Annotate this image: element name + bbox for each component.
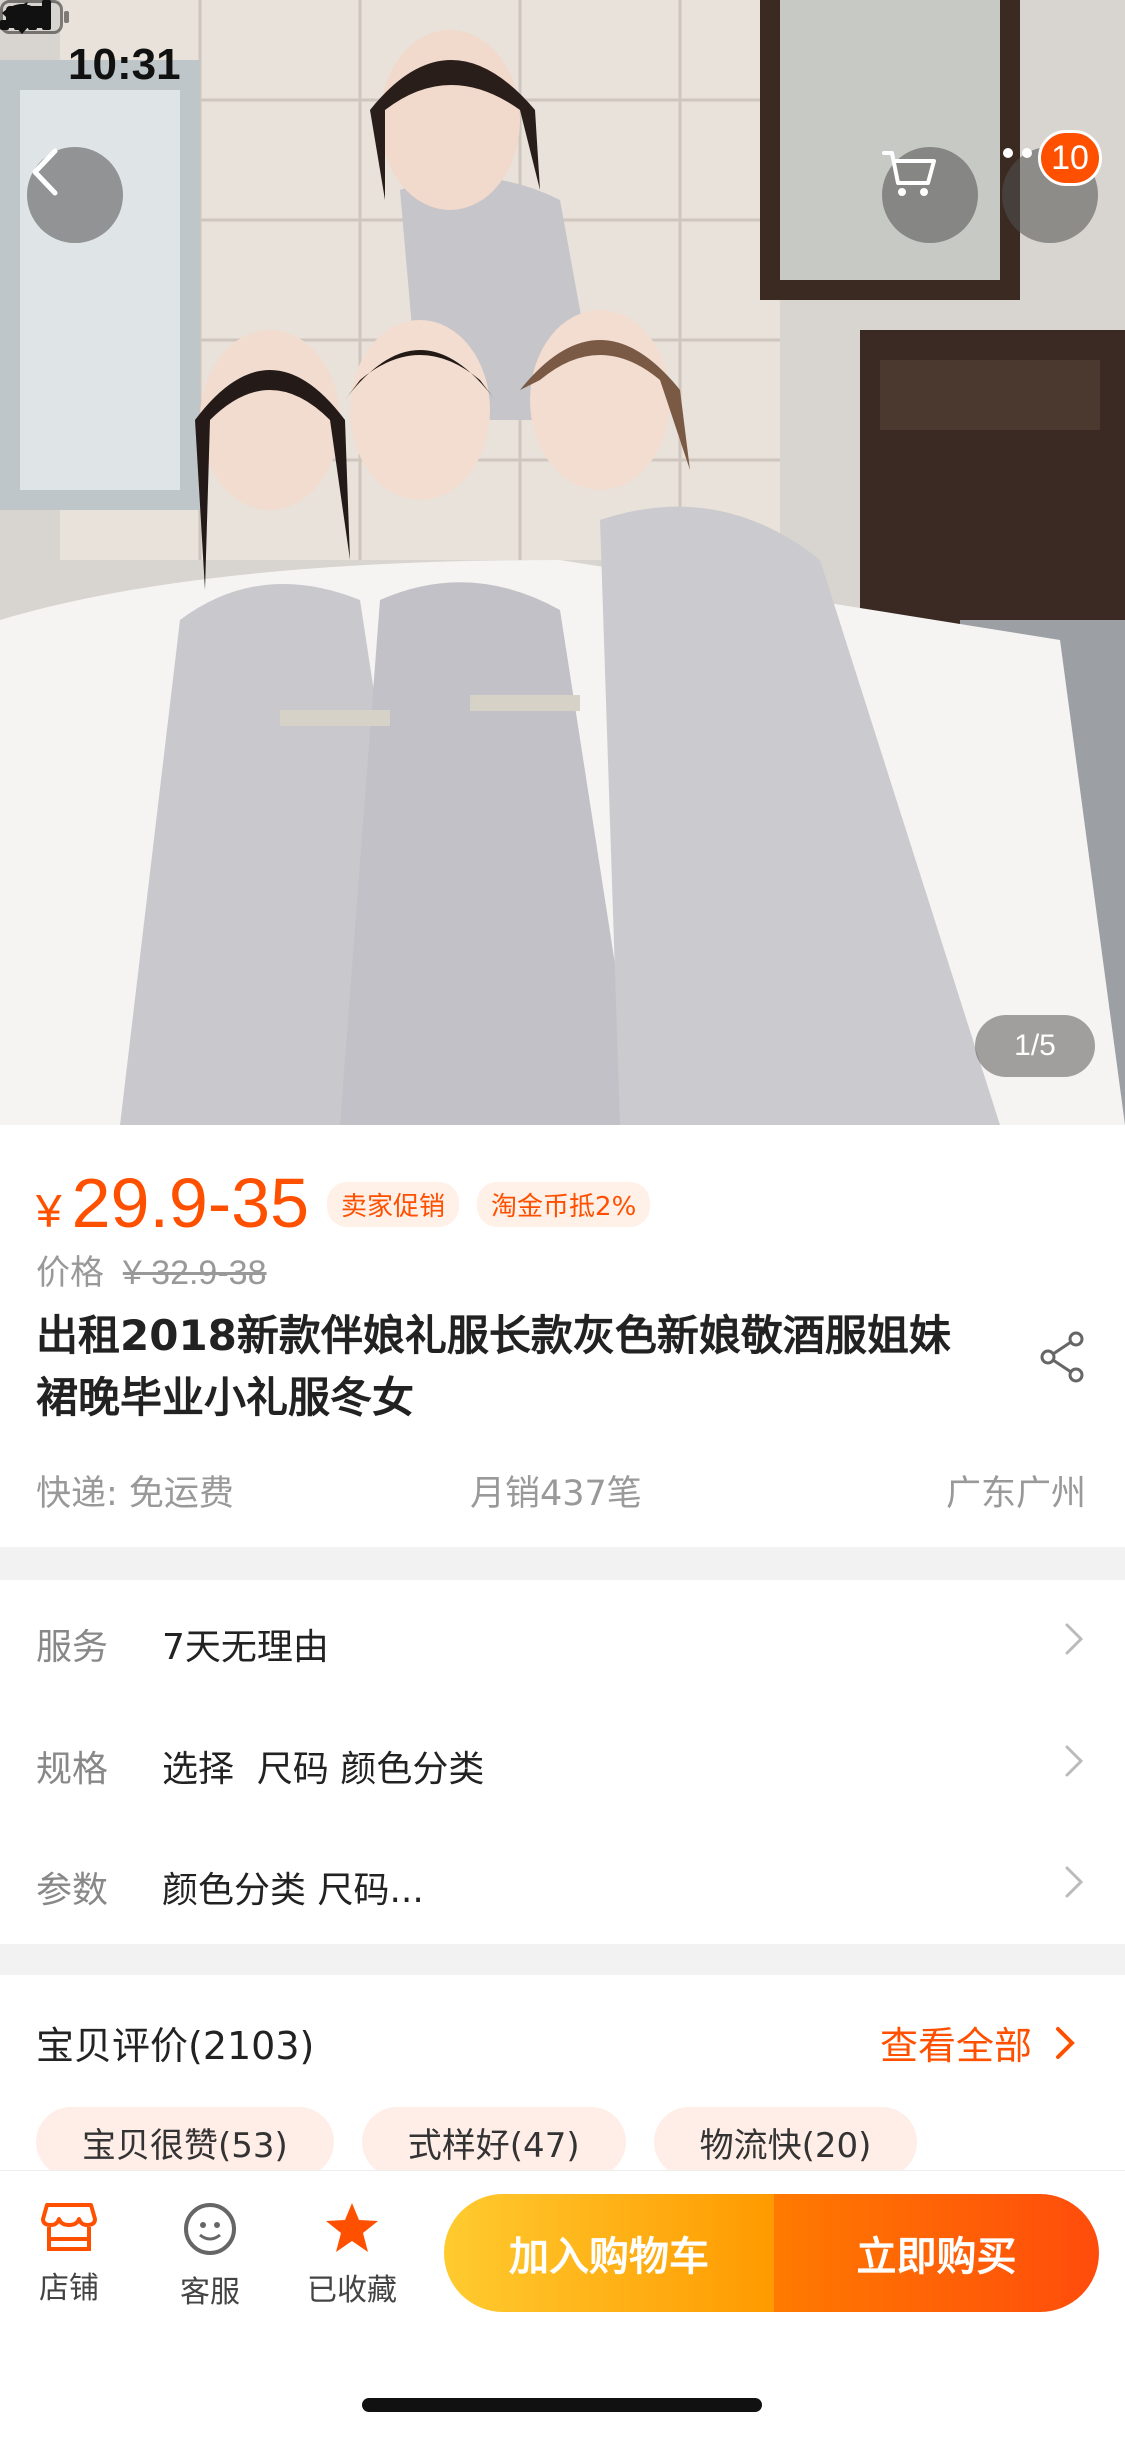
chevron-right-icon (1065, 1866, 1084, 1898)
chat-face-icon (184, 2203, 236, 2255)
options-panel: 服务 7天无理由 规格 选择 尺码 颜色分类 参数 颜色分类 尺码... (0, 1580, 1125, 1944)
store-button[interactable]: 店铺 (9, 2201, 129, 2307)
review-tag[interactable]: 式样好(47) (361, 2107, 626, 2177)
product-image[interactable]: 10:31 10 1/5 (0, 0, 1125, 1125)
store-label: 店铺 (39, 2271, 99, 2306)
review-tag[interactable]: 宝贝很赞(53) (36, 2107, 334, 2177)
option-value: 颜色分类 尺码... (162, 1870, 424, 1911)
battery-icon (0, 0, 69, 34)
cart-button[interactable] (882, 147, 978, 243)
review-tags: 宝贝很赞(53) 式样好(47) 物流快(20) (36, 2107, 945, 2177)
favorite-button[interactable]: 已收藏 (292, 2201, 412, 2309)
chevron-right-icon (1056, 2026, 1075, 2059)
original-price-label: 价格 (36, 1253, 104, 1293)
price: 29.9-35 (71, 1164, 310, 1242)
option-row-params[interactable]: 参数 颜色分类 尺码... (0, 1823, 1125, 1944)
share-icon[interactable] (1038, 1330, 1088, 1384)
coin-tag: 淘金币抵2% (477, 1182, 651, 1227)
original-price: ¥ 32.9-38 (122, 1254, 267, 1292)
shopping-cart-icon (882, 151, 936, 196)
option-row-service[interactable]: 服务 7天无理由 (0, 1580, 1125, 1701)
option-label: 参数 (36, 1870, 109, 1911)
status-bar: 10:31 (0, 0, 1125, 132)
price-row: ¥ 29.9-35 卖家促销 淘金币抵2% (36, 1163, 651, 1243)
bottom-action-bar: 店铺 客服 已收藏 加入购物车 立即购买 (0, 2170, 1125, 2437)
product-info: ¥ 29.9-35 卖家促销 淘金币抵2% 价格 ¥ 32.9-38 出租201… (0, 1125, 1125, 1547)
promo-tag: 卖家促销 (327, 1182, 460, 1227)
product-title: 出租2018新款伴娘礼服长款灰色新娘敬酒服姐妹裙晚毕业小礼服冬女 (36, 1311, 951, 1422)
add-to-cart-button[interactable]: 加入购物车 (444, 2194, 774, 2312)
monthly-sales: 月销437笔 (470, 1474, 642, 1514)
store-icon (41, 2203, 97, 2251)
favorited-label: 已收藏 (307, 2273, 397, 2308)
back-button[interactable] (27, 147, 123, 243)
option-value: 7天无理由 (162, 1627, 329, 1668)
option-row-spec[interactable]: 规格 选择 尺码 颜色分类 (0, 1702, 1125, 1823)
original-price-row: 价格 ¥ 32.9-38 (36, 1245, 266, 1294)
buy-now-button[interactable]: 立即购买 (774, 2194, 1099, 2312)
option-label: 服务 (36, 1627, 109, 1668)
view-all-reviews-link[interactable]: 查看全部 (880, 2015, 1076, 2070)
view-all-label: 查看全部 (880, 2024, 1033, 2068)
currency-symbol: ¥ (36, 1185, 62, 1237)
star-icon (326, 2203, 378, 2252)
review-tag[interactable]: 物流快(20) (653, 2107, 918, 2177)
ship-location: 广东广州 (945, 1474, 1086, 1514)
notification-badge: 10 (1038, 130, 1102, 186)
option-label: 规格 (36, 1749, 109, 1790)
customer-service-button[interactable]: 客服 (150, 2201, 270, 2311)
chevron-right-icon (1065, 1623, 1084, 1655)
home-indicator[interactable] (362, 2398, 762, 2412)
image-counter: 1/5 (975, 1015, 1095, 1077)
meta-row: 快递: 免运费 月销437笔 广东广州 (36, 1465, 1086, 1515)
status-time: 10:31 (68, 40, 181, 89)
shipping-info: 快递: 免运费 (36, 1474, 234, 1514)
option-value: 选择 尺码 颜色分类 (162, 1749, 485, 1790)
reviews-section: 宝贝评价(2103) 查看全部 宝贝很赞(53) 式样好(47) 物流快(20) (0, 1975, 1125, 2195)
service-label: 客服 (180, 2275, 240, 2310)
chevron-left-icon (32, 148, 58, 196)
reviews-title: 宝贝评价(2103) (36, 2024, 315, 2068)
chevron-right-icon (1065, 1745, 1084, 1777)
